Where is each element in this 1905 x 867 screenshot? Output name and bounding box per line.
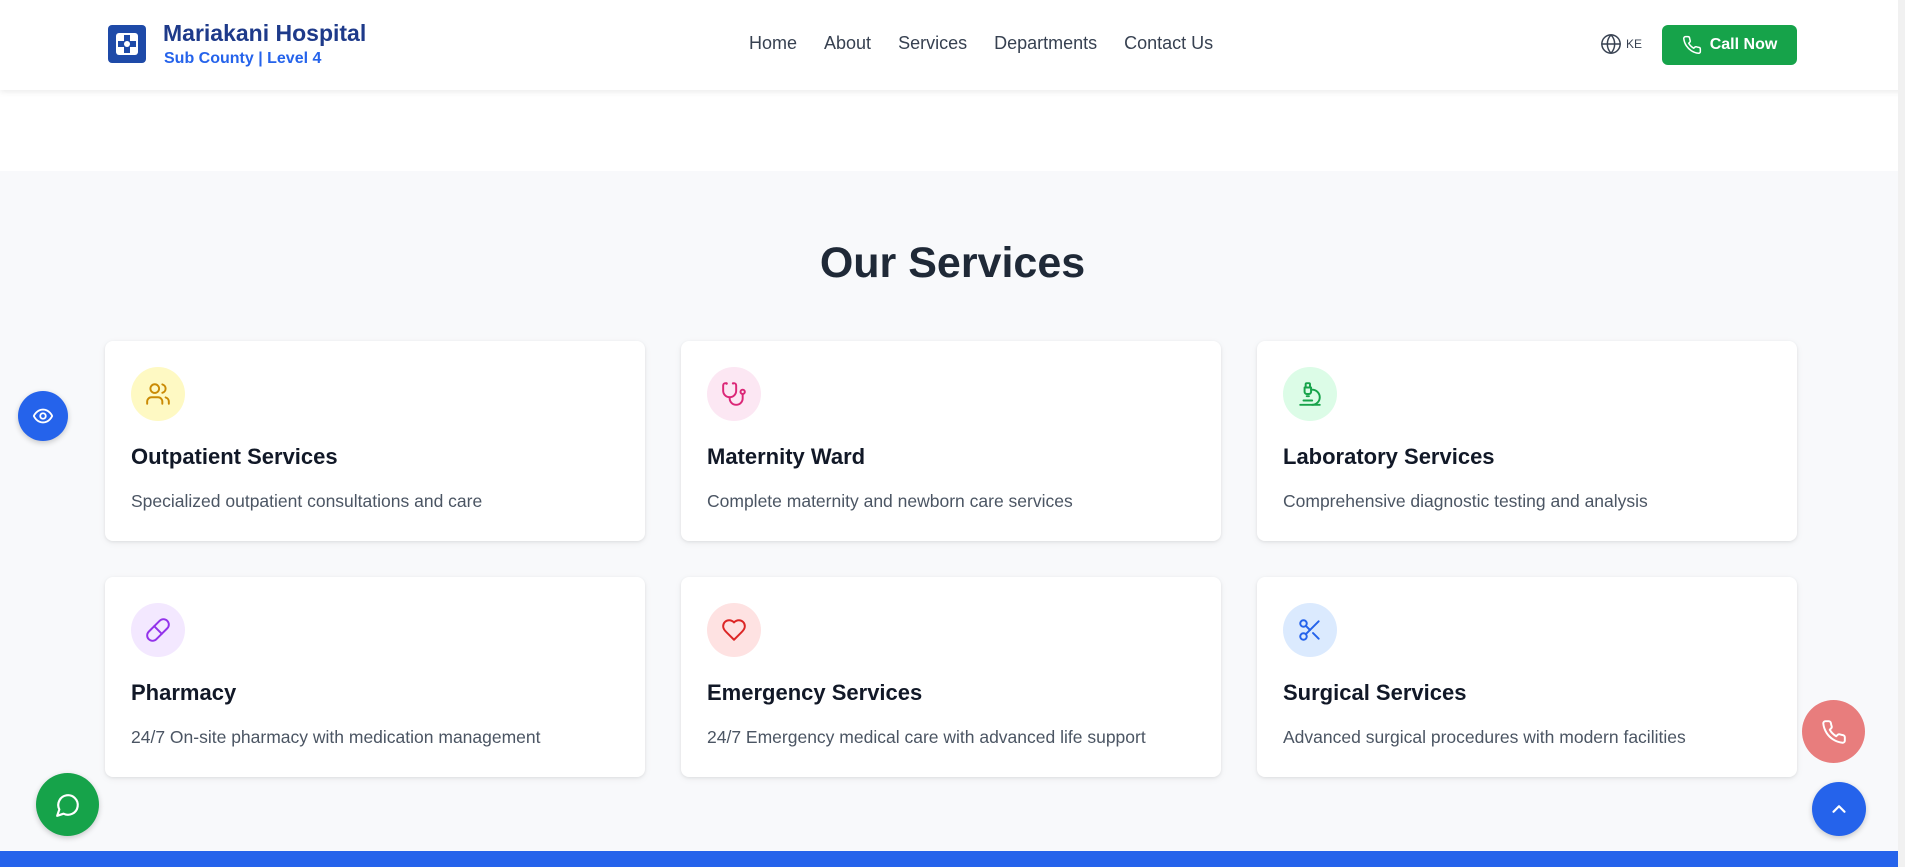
nav-home[interactable]: Home [749,33,797,54]
service-card-surgical[interactable]: Surgical Services Advanced surgical proc… [1257,577,1797,777]
service-description: Complete maternity and newborn care serv… [707,491,1073,511]
chat-icon [55,793,79,817]
service-title: Maternity Ward [707,444,866,469]
phone-icon [1821,719,1846,744]
service-description: 24/7 On-site pharmacy with medication ma… [131,727,541,747]
call-now-label: Call Now [1709,36,1778,53]
service-card-laboratory[interactable]: Laboratory Services Comprehensive diagno… [1257,341,1797,541]
call-now-button[interactable]: Call Now [1662,25,1797,65]
floating-call-button[interactable] [1802,700,1865,763]
pill-icon [131,603,185,657]
service-title: Emergency Services [707,680,923,705]
service-title: Outpatient Services [131,444,338,469]
service-description: Specialized outpatient consultations and… [131,491,483,511]
language-code: KE [1626,37,1643,51]
service-card-pharmacy[interactable]: Pharmacy 24/7 On-site pharmacy with medi… [105,577,645,777]
nav-contact[interactable]: Contact Us [1124,33,1213,54]
services-grid: Outpatient Services Specialized outpatie… [105,341,1798,777]
language-switcher[interactable]: KE [1600,33,1642,55]
main-nav: Home About Services Departments Contact … [749,33,1213,54]
accessibility-button[interactable] [18,391,68,441]
heart-icon [707,603,761,657]
eye-icon [32,408,54,424]
service-description: 24/7 Emergency medical care with advance… [707,727,1146,747]
section-title: Our Services [819,239,1086,287]
service-title: Laboratory Services [1283,444,1495,469]
brand-subtitle: Sub County | Level 4 [164,50,322,67]
page-scrollbar[interactable] [1898,0,1905,867]
service-title: Surgical Services [1283,680,1467,705]
nav-services[interactable]: Services [898,33,967,54]
scissors-icon [1283,603,1337,657]
phone-icon [1682,35,1701,55]
chevron-up-icon [1832,805,1846,813]
brand-name[interactable]: Mariakani Hospital [163,20,366,47]
scroll-to-top-button[interactable] [1812,782,1866,836]
service-description: Comprehensive diagnostic testing and ana… [1283,491,1648,511]
service-card-maternity[interactable]: Maternity Ward Complete maternity and ne… [681,341,1221,541]
footer-band [0,851,1905,867]
globe-icon [1601,34,1621,54]
nav-departments[interactable]: Departments [994,33,1097,54]
users-icon [131,367,185,421]
service-card-outpatient[interactable]: Outpatient Services Specialized outpatie… [105,341,645,541]
microscope-icon [1283,367,1337,421]
site-header: Mariakani Hospital Sub County | Level 4 … [0,0,1905,90]
nav-about[interactable]: About [824,33,871,54]
service-title: Pharmacy [131,680,237,705]
hospital-logo-icon[interactable] [108,25,146,63]
chat-button[interactable] [36,773,99,836]
services-section: Our Services Outpatient Services Special… [0,171,1905,851]
service-card-emergency[interactable]: Emergency Services 24/7 Emergency medica… [681,577,1221,777]
stethoscope-icon [707,367,761,421]
service-description: Advanced surgical procedures with modern… [1283,727,1686,747]
